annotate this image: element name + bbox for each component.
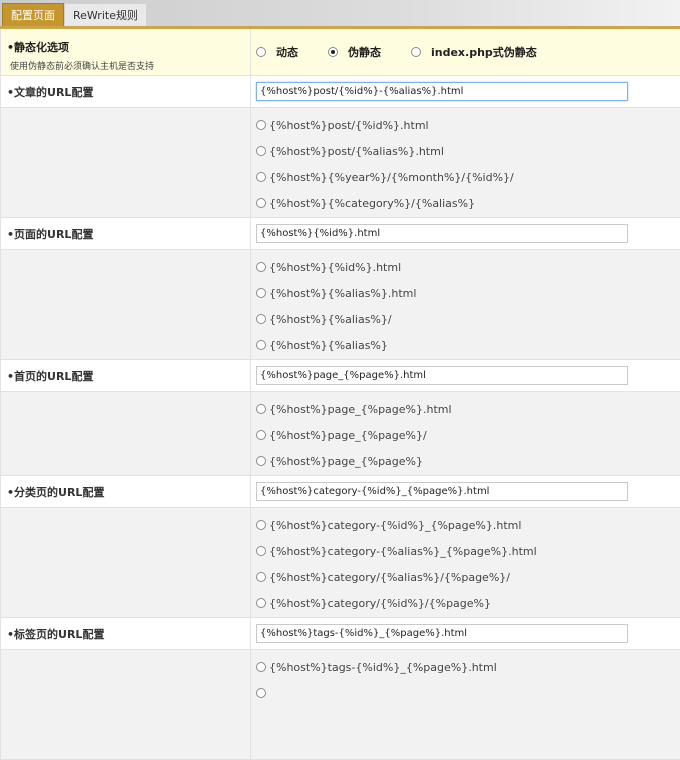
article-option-3-radio[interactable]	[256, 172, 266, 182]
mode-pseudo-static-radio[interactable]	[328, 47, 338, 57]
category-option-1-radio[interactable]	[256, 520, 266, 530]
tab-rewrite-rules[interactable]: ReWrite规则	[64, 3, 147, 26]
mode-dynamic-radio[interactable]	[256, 47, 266, 57]
page-url-row: •页面的URL配置 {%host%}{%id%}.html	[1, 218, 680, 250]
category-option-4-radio[interactable]	[256, 598, 266, 608]
page-option-3[interactable]: {%host%}{%alias%}/	[256, 306, 680, 332]
article-url-options: {%host%}post/{%id%}.html {%host%}post/{%…	[1, 108, 680, 218]
static-option-label-cell: •静态化选项 使用伪静态前必须确认主机是否支持	[1, 29, 251, 75]
tags-option-2-radio[interactable]	[256, 688, 266, 698]
home-option-3-radio[interactable]	[256, 456, 266, 466]
static-option-title: •静态化选项	[7, 41, 70, 54]
home-option-2-radio[interactable]	[256, 430, 266, 440]
page-option-1-radio[interactable]	[256, 262, 266, 272]
tags-option-2[interactable]	[256, 680, 680, 706]
mode-dynamic[interactable]: 动态	[256, 44, 298, 60]
article-url-label: •文章的URL配置	[1, 76, 251, 107]
page-url-options: {%host%}{%id%}.html {%host%}{%alias%}.ht…	[1, 250, 680, 360]
category-option-3[interactable]: {%host%}category/{%alias%}/{%page%}/	[256, 564, 680, 590]
mode-dynamic-label: 动态	[276, 46, 298, 59]
page-option-4-radio[interactable]	[256, 340, 266, 350]
category-option-1[interactable]: {%host%}category-{%id%}_{%page%}.html	[256, 512, 680, 538]
tab-config-page[interactable]: 配置页面	[2, 3, 64, 26]
static-mode-group: 动态 伪静态 index.php式伪静态	[251, 29, 680, 75]
mode-index-php[interactable]: index.php式伪静态	[411, 44, 537, 60]
home-url-input[interactable]: {%host%}page_{%page%}.html	[256, 366, 628, 385]
home-url-row: •首页的URL配置 {%host%}page_{%page%}.html	[1, 360, 680, 392]
mode-index-php-radio[interactable]	[411, 47, 421, 57]
article-url-row: •文章的URL配置 {%host%}post/{%id%}-{%alias%}.…	[1, 76, 680, 108]
tags-option-1-radio[interactable]	[256, 662, 266, 672]
mode-index-php-label: index.php式伪静态	[431, 46, 537, 59]
category-url-row: •分类页的URL配置 {%host%}category-{%id%}_{%pag…	[1, 476, 680, 508]
page-option-3-radio[interactable]	[256, 314, 266, 324]
article-option-2[interactable]: {%host%}post/{%alias%}.html	[256, 138, 680, 164]
category-url-options: {%host%}category-{%id%}_{%page%}.html {%…	[1, 508, 680, 618]
page-option-4[interactable]: {%host%}{%alias%}	[256, 332, 680, 358]
tags-url-row: •标签页的URL配置 {%host%}tags-{%id%}_{%page%}.…	[1, 618, 680, 650]
page-option-2-radio[interactable]	[256, 288, 266, 298]
article-option-1[interactable]: {%host%}post/{%id%}.html	[256, 112, 680, 138]
home-option-1[interactable]: {%host%}page_{%page%}.html	[256, 396, 680, 422]
category-option-3-radio[interactable]	[256, 572, 266, 582]
static-option-subtitle: 使用伪静态前必须确认主机是否支持	[10, 62, 155, 72]
home-url-label: •首页的URL配置	[1, 360, 251, 391]
category-url-label: •分类页的URL配置	[1, 476, 251, 507]
category-option-4[interactable]: {%host%}category/{%id%}/{%page%}	[256, 590, 680, 616]
mode-pseudo-static[interactable]: 伪静态	[328, 44, 381, 60]
home-option-1-radio[interactable]	[256, 404, 266, 414]
tags-url-label: •标签页的URL配置	[1, 618, 251, 649]
home-url-options: {%host%}page_{%page%}.html {%host%}page_…	[1, 392, 680, 476]
article-url-input[interactable]: {%host%}post/{%id%}-{%alias%}.html	[256, 82, 628, 101]
article-option-4[interactable]: {%host%}{%category%}/{%alias%}	[256, 190, 680, 216]
article-option-1-radio[interactable]	[256, 120, 266, 130]
page-option-1[interactable]: {%host%}{%id%}.html	[256, 254, 680, 280]
page-option-2[interactable]: {%host%}{%alias%}.html	[256, 280, 680, 306]
category-url-input[interactable]: {%host%}category-{%id%}_{%page%}.html	[256, 482, 628, 501]
article-option-4-radio[interactable]	[256, 198, 266, 208]
tags-url-options: {%host%}tags-{%id%}_{%page%}.html	[1, 650, 680, 760]
category-option-2-radio[interactable]	[256, 546, 266, 556]
home-option-3[interactable]: {%host%}page_{%page%}	[256, 448, 680, 474]
category-option-2[interactable]: {%host%}category-{%alias%}_{%page%}.html	[256, 538, 680, 564]
home-option-2[interactable]: {%host%}page_{%page%}/	[256, 422, 680, 448]
article-option-3[interactable]: {%host%}{%year%}/{%month%}/{%id%}/	[256, 164, 680, 190]
mode-pseudo-static-label: 伪静态	[348, 46, 381, 59]
article-option-2-radio[interactable]	[256, 146, 266, 156]
tab-bar: 配置页面 ReWrite规则	[0, 0, 680, 29]
tags-option-1[interactable]: {%host%}tags-{%id%}_{%page%}.html	[256, 654, 680, 680]
tags-url-input[interactable]: {%host%}tags-{%id%}_{%page%}.html	[256, 624, 628, 643]
static-option-row: •静态化选项 使用伪静态前必须确认主机是否支持 动态 伪静态 index.php…	[1, 29, 680, 76]
url-config-form: •静态化选项 使用伪静态前必须确认主机是否支持 动态 伪静态 index.php…	[0, 29, 680, 760]
page-url-label: •页面的URL配置	[1, 218, 251, 249]
page-url-input[interactable]: {%host%}{%id%}.html	[256, 224, 628, 243]
